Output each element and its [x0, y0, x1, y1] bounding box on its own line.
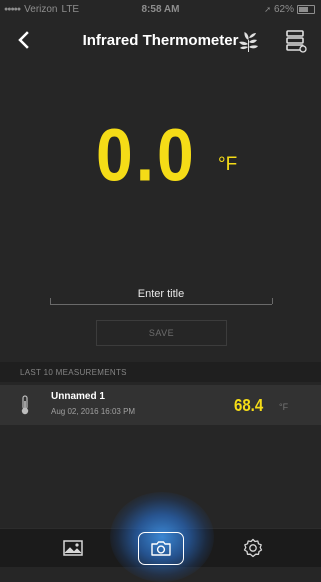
measurement-unit: °F	[279, 402, 289, 412]
tab-gallery[interactable]	[58, 533, 88, 563]
battery-percent: 62%	[273, 4, 294, 15]
nav-bar: Infrared Thermometer	[0, 22, 321, 60]
measurement-name: Unnamed 1	[51, 391, 105, 402]
tab-settings[interactable]	[238, 533, 268, 563]
page-title: Infrared Thermometer	[82, 32, 239, 49]
settings-icon	[243, 538, 263, 558]
tab-camera[interactable]	[138, 532, 184, 565]
title-input[interactable]	[50, 284, 272, 305]
measurement-date: Aug 02, 2016 16:03 PM	[51, 407, 136, 416]
status-bar: ●●●●● Verizon LTE 8:58 AM ➚ 62%	[0, 0, 321, 20]
title-input-right-tick	[272, 298, 273, 304]
temperature-unit: °F	[218, 154, 238, 175]
measurement-row[interactable]: Unnamed 1 Aug 02, 2016 16:03 PM 68.4 °F	[0, 385, 321, 425]
measurements-header: LAST 10 MEASUREMENTS	[0, 362, 321, 382]
thermometer-icon	[21, 395, 29, 415]
status-right: ➚ 62%	[264, 4, 315, 15]
measurements-header-label: LAST 10 MEASUREMENTS	[20, 368, 127, 377]
save-button[interactable]: SAVE	[96, 320, 227, 346]
battery-icon	[297, 5, 315, 14]
temperature-reading: 0.0	[96, 113, 197, 196]
leaf-logo-icon[interactable]	[236, 28, 262, 54]
gallery-icon	[63, 540, 83, 556]
location-icon: ➚	[264, 5, 271, 14]
title-input-left-tick	[50, 298, 51, 304]
database-icon[interactable]	[285, 28, 307, 54]
measurement-value: 68.4	[234, 396, 264, 416]
camera-icon	[151, 541, 171, 556]
